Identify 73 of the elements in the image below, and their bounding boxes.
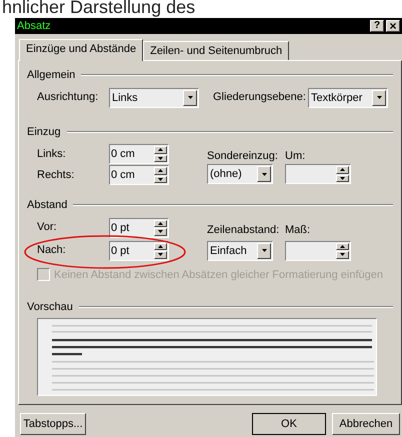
spin-down-button[interactable] — [154, 228, 167, 236]
spin-down-button[interactable] — [154, 251, 167, 258]
down-arrow-icon — [376, 96, 382, 99]
dropdown-field[interactable]: (ohne) — [207, 164, 273, 184]
group-heading: Einzug — [27, 124, 61, 140]
spin-field[interactable] — [285, 240, 351, 260]
spin-up-button[interactable] — [154, 146, 167, 154]
field-value: 0 cm — [111, 148, 135, 160]
spin-field[interactable] — [285, 164, 351, 184]
up-arrow-icon — [340, 168, 345, 172]
up-arrow-icon — [158, 169, 163, 172]
spin-field[interactable]: 0 pt — [109, 218, 169, 238]
close-button[interactable]: × — [386, 20, 400, 32]
field-label: Nach: — [37, 243, 67, 258]
down-arrow-icon — [262, 172, 266, 176]
dropdown-button[interactable] — [257, 166, 271, 182]
dialog-button[interactable]: Abbrechen — [332, 413, 400, 435]
spin-up-button[interactable] — [336, 242, 349, 250]
field-value: 0 pt — [111, 222, 130, 234]
spin-up-button[interactable] — [154, 167, 167, 174]
field-label: Maß: — [285, 223, 310, 238]
field-label: Rechts: — [37, 168, 76, 183]
down-arrow-icon — [188, 96, 192, 99]
field-value: 0 pt — [111, 244, 130, 256]
spin-up-button[interactable] — [154, 242, 167, 250]
dropdown-button[interactable] — [372, 90, 386, 106]
dropdown-button[interactable] — [183, 90, 197, 106]
down-arrow-icon — [158, 253, 163, 256]
up-arrow-icon — [158, 244, 163, 248]
up-arrow-icon — [158, 148, 163, 152]
spin-down-button[interactable] — [336, 251, 349, 258]
field-value: Links — [112, 92, 138, 104]
field-label: Vor: — [37, 220, 58, 236]
spin-down-button[interactable] — [154, 176, 167, 183]
dropdown-field[interactable]: Textkörper — [308, 88, 388, 108]
tab[interactable]: Einzüge und Abstände — [19, 39, 144, 61]
field-label: Zeilenabstand: — [207, 223, 280, 238]
down-arrow-icon — [340, 253, 345, 256]
down-arrow-icon — [340, 176, 345, 180]
down-arrow-icon — [262, 249, 266, 252]
dropdown-button[interactable] — [257, 242, 271, 258]
up-arrow-icon — [340, 244, 345, 248]
field-label: Ausrichtung: — [37, 90, 100, 106]
spin-down-button[interactable] — [154, 154, 167, 162]
spin-field[interactable]: 0 pt — [109, 240, 169, 260]
field-label: Sondereinzug: — [207, 148, 278, 164]
dialog-button[interactable]: OK — [252, 413, 326, 435]
tab[interactable]: Zeilen- und Seitenumbruch — [143, 41, 290, 60]
down-arrow-icon — [158, 156, 163, 160]
dropdown-field[interactable]: Links — [109, 88, 199, 108]
field-label: Um: — [285, 148, 306, 164]
spin-up-button[interactable] — [154, 220, 167, 227]
up-arrow-icon — [158, 222, 163, 225]
field-value: (ohne) — [210, 168, 242, 180]
window-title: Absatz — [17, 18, 51, 34]
dialog-button[interactable]: Tabstopps... — [20, 413, 86, 435]
down-arrow-icon — [158, 178, 163, 181]
spin-down-button[interactable] — [336, 174, 349, 182]
background-text: hnlicher Darstellung des — [2, 0, 196, 15]
group-heading: Abstand — [27, 198, 68, 213]
down-arrow-icon — [158, 230, 163, 234]
group-heading: Vorschau — [27, 300, 73, 315]
field-value: Einfach — [210, 244, 247, 256]
field-label: Links: — [37, 146, 67, 162]
field-value: 0 cm — [111, 169, 135, 181]
dropdown-field[interactable]: Einfach — [207, 240, 273, 260]
help-button[interactable]: ? — [370, 20, 384, 32]
spin-up-button[interactable] — [336, 166, 349, 174]
spin-field[interactable]: 0 cm — [109, 144, 169, 164]
spin-field[interactable]: 0 cm — [109, 165, 169, 185]
field-value: Textkörper — [311, 92, 362, 104]
group-heading: Allgemein — [27, 68, 76, 83]
field-label: Gliederungsebene: — [213, 90, 307, 106]
